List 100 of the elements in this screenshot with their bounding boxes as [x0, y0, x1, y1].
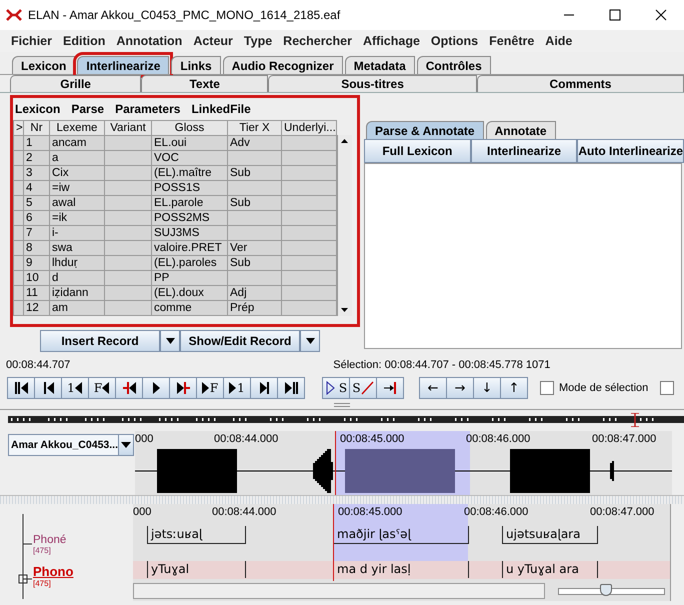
caret-icon: [166, 338, 174, 344]
time-label: 00:08:46.000: [464, 506, 528, 518]
media-dropdown[interactable]: Amar Akkou_C0453...: [8, 434, 134, 456]
column-header[interactable]: Gloss: [152, 120, 228, 136]
tab[interactable]: Texte: [141, 75, 268, 92]
tab[interactable]: Audio Recognizer: [222, 56, 343, 74]
selection-button[interactable]: S: [322, 377, 350, 399]
menu-item[interactable]: Edition: [63, 34, 106, 48]
table-cell: swa: [50, 240, 104, 256]
table-cell: awal: [50, 196, 104, 210]
toolbar-button[interactable]: Full Lexicon: [364, 139, 471, 163]
menu-item[interactable]: Affichage: [362, 34, 420, 48]
table-cell: iẓidann: [50, 286, 104, 300]
menu-item[interactable]: LinkedFile: [191, 102, 251, 116]
table-cell: 8: [24, 240, 50, 256]
menu-item[interactable]: Acteur: [193, 34, 233, 48]
player-button[interactable]: 1: [61, 377, 89, 399]
table-cell: a: [50, 150, 104, 166]
table-cell: valoire.PRET: [152, 240, 228, 256]
timeline-overview[interactable]: [8, 413, 684, 427]
table-cell: 2: [24, 150, 50, 166]
arrow-button[interactable]: ↑: [500, 377, 528, 399]
menu-item[interactable]: Parameters: [115, 102, 180, 116]
scrollbar[interactable]: [133, 583, 545, 599]
scrollbar[interactable]: [337, 135, 352, 316]
column-header[interactable]: Nr: [24, 120, 50, 136]
to-start-icon: [14, 381, 28, 395]
tab[interactable]: Parse & Annotate: [366, 121, 484, 139]
column-header[interactable]: Variant: [104, 120, 152, 136]
table-cell: EL.oui: [152, 136, 228, 150]
player-button[interactable]: [250, 377, 278, 399]
menu-item[interactable]: Aide: [545, 34, 572, 48]
menu-item[interactable]: Fenêtre: [489, 34, 534, 48]
player-button[interactable]: [34, 377, 62, 399]
table-cell: =ik: [50, 210, 104, 226]
player-button[interactable]: [7, 377, 35, 399]
table-cell: ancam: [50, 136, 104, 150]
tab[interactable]: Annotate: [486, 121, 556, 139]
menu-item[interactable]: Type: [244, 34, 272, 48]
dropdown-button[interactable]: [160, 330, 180, 352]
player-button[interactable]: 1: [223, 377, 251, 399]
annotation[interactable]: jətsːuʁaɭ: [147, 526, 246, 544]
menu-item[interactable]: Options: [430, 34, 478, 48]
time-label: 00:08:45.000: [338, 506, 402, 518]
player-button[interactable]: F: [88, 377, 116, 399]
splitter-grip-icon[interactable]: [334, 403, 350, 407]
menu-item[interactable]: Parse: [71, 102, 104, 116]
show-edit-record-button[interactable]: Show/Edit Record: [180, 330, 300, 352]
tab[interactable]: Grille: [10, 75, 142, 92]
table-cell: 9: [24, 256, 50, 270]
tab[interactable]: Comments: [476, 75, 684, 92]
column-header[interactable]: Underlyi...: [282, 120, 336, 136]
menu-item[interactable]: Fichier: [11, 34, 52, 48]
arrow-button[interactable]: ↓: [473, 377, 501, 399]
column-header[interactable]: >: [14, 120, 24, 136]
insert-record-button[interactable]: Insert Record: [40, 330, 160, 352]
selection-button[interactable]: [376, 377, 404, 399]
menu-item[interactable]: Annotation: [116, 34, 182, 48]
menu-item[interactable]: Lexicon: [15, 102, 60, 116]
dropdown-button[interactable]: [300, 330, 320, 352]
toolbar-button[interactable]: Auto Interlinearize: [577, 139, 684, 163]
arrow-button[interactable]: →: [446, 377, 474, 399]
time-label: 00:08:45.000: [340, 433, 404, 445]
player-button[interactable]: F: [196, 377, 224, 399]
tab[interactable]: Sous-titres: [268, 75, 477, 92]
checkbox[interactable]: [540, 381, 554, 395]
clear-icon: [360, 381, 374, 395]
tab[interactable]: Links: [171, 56, 221, 74]
tab[interactable]: Contrôles: [416, 56, 491, 74]
table-cell: VOC: [152, 150, 228, 166]
arrow-button[interactable]: ←: [419, 377, 447, 399]
checkbox[interactable]: [660, 381, 674, 395]
annotation[interactable]: u yTuɣal ara: [502, 561, 598, 578]
table-cell: Prép: [228, 300, 282, 316]
caret-icon: [306, 338, 314, 344]
player-button[interactable]: [142, 377, 170, 399]
annotation[interactable]: yTuɣal: [147, 561, 246, 578]
toolbar-button[interactable]: Interlinearize: [470, 139, 578, 163]
tier-name[interactable]: Phono: [33, 564, 74, 579]
annotation[interactable]: ujətsuʁaɭara: [502, 526, 598, 544]
player-button[interactable]: [277, 377, 305, 399]
to-sel-end-icon: [383, 381, 397, 395]
table-cell: Adv: [228, 136, 282, 150]
player-button[interactable]: [115, 377, 143, 399]
zoom-slider-thumb[interactable]: [600, 584, 612, 596]
table-cell: 7: [24, 226, 50, 240]
tier-name[interactable]: Phoné: [33, 534, 66, 546]
tab[interactable]: Metadata: [344, 56, 415, 74]
table-cell: Ver: [228, 240, 282, 256]
table-cell: 1: [24, 136, 50, 150]
menu-item[interactable]: Rechercher: [283, 34, 352, 48]
selection-button[interactable]: S: [349, 377, 377, 399]
window-title: ELAN - Amar Akkou_C0453_PMC_MONO_1614_2185.eaf: [28, 8, 340, 22]
column-header[interactable]: Tier X: [228, 120, 282, 136]
table-cell: 4: [24, 180, 50, 196]
table-cell: 6: [24, 210, 50, 226]
tab[interactable]: Lexicon: [12, 56, 76, 74]
table-cell: POSS2MS: [152, 210, 228, 226]
column-header[interactable]: Lexeme: [50, 120, 104, 136]
player-button[interactable]: [169, 377, 197, 399]
